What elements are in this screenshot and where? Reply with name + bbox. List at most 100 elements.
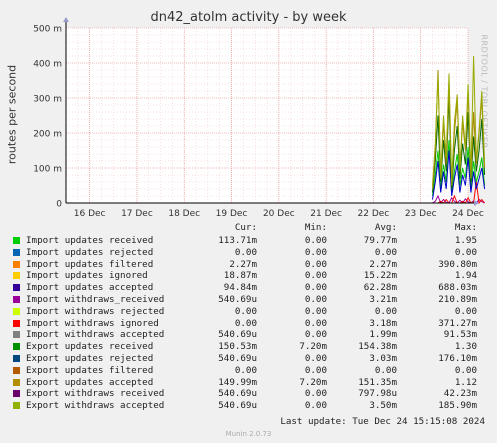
legend-value-min: 0.00 bbox=[304, 282, 327, 294]
legend-row: Import updates rejected 0.00 0.00 0.00 0.00 bbox=[0, 247, 497, 259]
legend-label: Import updates rejected bbox=[26, 246, 154, 258]
y-tick-label: 400 m bbox=[33, 60, 62, 70]
legend-label: Export updates received bbox=[26, 341, 154, 353]
legend-value-avg: 154.38m bbox=[358, 341, 397, 353]
y-tick-label: 500 m bbox=[33, 25, 62, 35]
legend-value-min: 0.00 bbox=[304, 353, 327, 364]
legend-value-avg: 151.35m bbox=[358, 376, 397, 388]
legend-value-min: 0.00 bbox=[304, 270, 327, 282]
legend-label: Import withdraws rejected bbox=[26, 305, 165, 317]
legend-value-max: 0.00 bbox=[454, 305, 477, 317]
legend-label: Export updates rejected bbox=[26, 353, 154, 364]
x-tick-label: 21 Dec bbox=[310, 209, 342, 219]
legend-header-avg: Avg: bbox=[374, 222, 397, 233]
legend-value-avg: 0.00 bbox=[374, 246, 397, 258]
legend-value-max: 1.95 bbox=[454, 235, 477, 246]
legend-swatch bbox=[13, 272, 20, 280]
legend-label: Export withdraws received bbox=[26, 388, 165, 400]
legend-value-min: 0.00 bbox=[304, 388, 327, 400]
legend-swatch bbox=[13, 284, 20, 292]
last-update: Last update: Tue Dec 24 15:15:08 2024 bbox=[280, 416, 485, 427]
legend-row: Import updates ignored 18.87m 0.00 15.22m 1.… bbox=[0, 270, 497, 282]
y-tick-label: 200 m bbox=[33, 130, 62, 140]
legend-value-max: 688.03m bbox=[438, 282, 477, 294]
legend-value-cur: 540.69u bbox=[218, 388, 257, 400]
legend-value-avg: 3.21m bbox=[369, 294, 397, 305]
legend-label: Import updates filtered bbox=[26, 258, 154, 270]
legend-value-cur: 540.69u bbox=[218, 400, 257, 412]
legend-label: Import withdraws_received bbox=[26, 294, 165, 305]
legend-value-min: 0.00 bbox=[304, 235, 327, 246]
legend-value-cur: 0.00 bbox=[234, 246, 257, 258]
x-tick-label: 22 Dec bbox=[358, 209, 390, 219]
legend-value-max: 1.12 bbox=[454, 376, 477, 388]
x-tick-label: 19 Dec bbox=[216, 209, 248, 219]
legend-value-max: 1.94 bbox=[454, 270, 477, 282]
legend-swatch bbox=[13, 307, 20, 315]
legend-value-avg: 3.18m bbox=[369, 317, 397, 329]
legend-swatch bbox=[13, 355, 20, 362]
x-tick-label: 20 Dec bbox=[263, 209, 295, 219]
legend-swatch bbox=[13, 402, 20, 410]
x-tick-label: 18 Dec bbox=[168, 209, 200, 219]
legend-row: Export updates accepted 149.99m 7.20m 151.3… bbox=[0, 377, 497, 389]
legend-row: Import updates received 113.71m 0.00 79.77m… bbox=[0, 235, 497, 247]
legend-value-min: 7.20m bbox=[299, 341, 327, 353]
legend-label: Import withdraws accepted bbox=[26, 329, 165, 341]
legend-value-min: 7.20m bbox=[299, 376, 327, 388]
legend-value-min: 0.00 bbox=[304, 317, 327, 329]
legend-row: Import withdraws rejected 0.00 0.00 0.00 0.0… bbox=[0, 306, 497, 318]
legend-value-min: 0.00 bbox=[304, 246, 327, 258]
legend-value-cur: 149.99m bbox=[218, 376, 257, 388]
legend-label: Import updates accepted bbox=[26, 282, 154, 294]
x-tick-label: 23 Dec bbox=[405, 209, 437, 219]
legend-value-max: 91.53m bbox=[443, 329, 477, 341]
legend-value-avg: 15.22m bbox=[363, 270, 397, 282]
legend-value-cur: 540.69u bbox=[218, 353, 257, 364]
x-tick-label: 16 Dec bbox=[74, 209, 106, 219]
legend-label: Export updates accepted bbox=[26, 376, 154, 388]
legend-row: Import withdraws accepted 540.69u 0.00 1.99… bbox=[0, 329, 497, 341]
legend-value-cur: 94.84m bbox=[223, 282, 257, 294]
legend-swatch bbox=[13, 296, 20, 303]
y-tick-label: 100 m bbox=[33, 165, 62, 175]
legend-row: Export withdraws accepted 540.69u 0.00 3.50… bbox=[0, 400, 497, 412]
legend-row: Export withdraws received 540.69u 0.00 797.… bbox=[0, 388, 497, 400]
legend-value-max: 176.10m bbox=[438, 353, 477, 364]
legend-value-cur: 2.27m bbox=[229, 258, 257, 270]
legend-value-avg: 0.00 bbox=[374, 364, 397, 376]
legend-value-avg: 3.03m bbox=[369, 353, 397, 364]
legend-value-avg: 2.27m bbox=[369, 258, 397, 270]
legend-value-cur: 18.87m bbox=[223, 270, 257, 282]
legend-label: Export updates filtered bbox=[26, 364, 154, 376]
legend-label: Export withdraws accepted bbox=[26, 400, 165, 412]
plot-area: 0 100 m 200 m 300 m 400 m 500 m 16 Dec 17 Dec 18… bbox=[33, 17, 486, 219]
legend-value-cur: 150.53m bbox=[218, 341, 257, 353]
legend-value-min: 0.00 bbox=[304, 400, 327, 412]
legend-value-cur: 0.00 bbox=[234, 317, 257, 329]
legend-value-max: 390.80m bbox=[438, 258, 477, 270]
legend-swatch bbox=[13, 366, 20, 374]
legend-row: Export updates filtered 0.00 0.00 0.00 0.00 bbox=[0, 365, 497, 377]
legend-swatch bbox=[13, 260, 20, 268]
legend-value-cur: 540.69u bbox=[218, 294, 257, 305]
legend-value-min: 0.00 bbox=[304, 329, 327, 341]
legend-value-cur: 0.00 bbox=[234, 305, 257, 317]
legend-value-min: 0.00 bbox=[304, 258, 327, 270]
legend-value-avg: 3.50m bbox=[369, 400, 397, 412]
legend-swatch bbox=[13, 248, 20, 256]
legend-swatch bbox=[13, 319, 20, 327]
legend-row: Import withdraws ignored 0.00 0.00 3.18m 371… bbox=[0, 318, 497, 330]
legend-row: Export updates received 150.53m 7.20m 154.3… bbox=[0, 341, 497, 353]
legend-header-cur: Cur: bbox=[234, 222, 257, 233]
legend-row: Import updates accepted 94.84m 0.00 62.28m 6… bbox=[0, 282, 497, 294]
munin-version: Munin 2.0.73 bbox=[225, 430, 272, 438]
legend-value-max: 1.30 bbox=[454, 341, 477, 353]
legend-value-avg: 62.28m bbox=[363, 282, 397, 294]
y-axis-arrow bbox=[63, 17, 69, 22]
legend-value-min: 0.00 bbox=[304, 364, 327, 376]
legend-value-cur: 540.69u bbox=[218, 329, 257, 341]
legend-label: Import updates received bbox=[26, 235, 154, 246]
legend-value-max: 42.23m bbox=[443, 388, 477, 400]
legend-swatch bbox=[13, 390, 20, 398]
